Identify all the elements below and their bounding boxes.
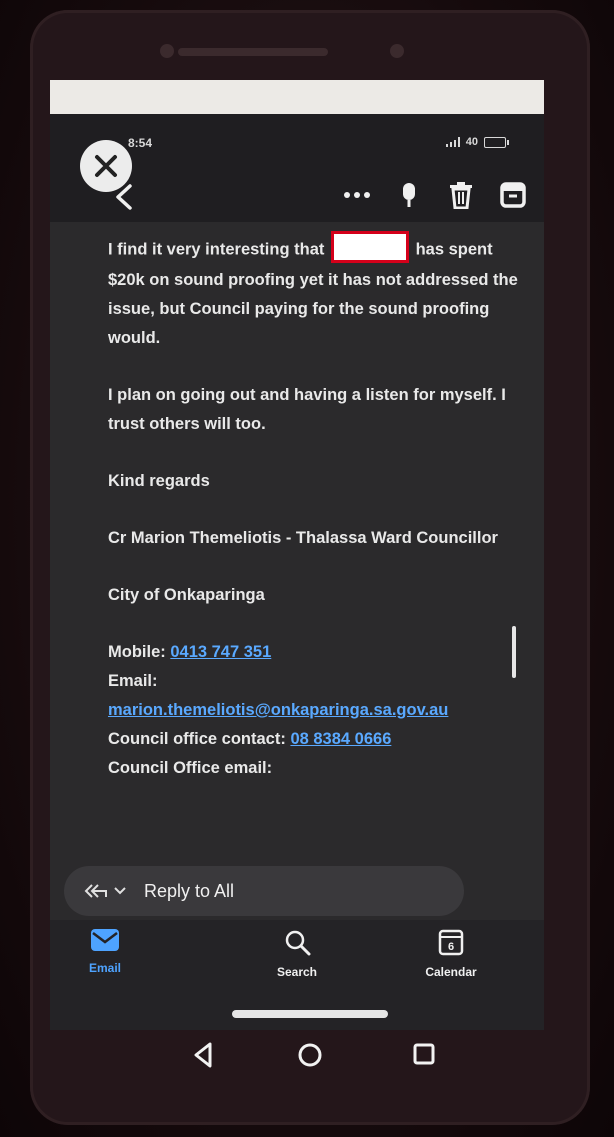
council-contact-link[interactable]: 08 8384 0666 [290,730,391,748]
close-icon [95,155,117,177]
trash-icon [450,182,472,209]
screen-glare-strip [50,80,544,114]
email-paragraph-1: I find it very interesting that has spen… [108,231,518,353]
nav-search-tab[interactable]: Search [252,928,342,979]
microphone-icon [403,183,415,207]
email-closing: Kind regards [108,472,210,490]
archive-button[interactable] [496,178,530,212]
redaction-box [330,231,409,263]
status-indicators: 40 [445,136,509,148]
close-overlay-button[interactable] [80,140,132,192]
signature-name: Cr Marion Themeliotis - Thalassa Ward Co… [108,529,498,547]
phone-sensor [160,44,174,58]
council-email-label: Council Office email: [108,759,273,777]
phone-screen: 8:54 40 I find it very interesting that … [50,114,544,1030]
signal-icon [445,137,460,147]
phone-camera [390,44,404,58]
signature-organization: City of Onkaparinga [108,586,265,604]
paragraph-1-start: I find it very interesting that [108,240,325,259]
phone-speaker [178,48,328,56]
email-address-line: marion.themeliotis@onkaparinga.sa.gov.au [108,696,518,725]
system-navigation-bar [50,1030,544,1080]
home-indicator[interactable] [232,1010,388,1018]
nav-email-tab[interactable]: Email [60,928,150,975]
nav-search-label: Search [276,965,318,979]
email-icon [91,929,119,951]
mobile-label: Mobile: [108,643,166,661]
home-nav-button[interactable] [298,1043,322,1067]
triangle-back-icon [194,1042,212,1068]
back-nav-button[interactable] [194,1042,212,1068]
council-contact-line: Council office contact: 08 8384 0666 [108,725,518,754]
mobile-link[interactable]: 0413 747 351 [170,643,271,661]
calendar-icon: 6 [438,929,464,956]
email-address-link[interactable]: marion.themeliotis@onkaparinga.sa.gov.au [108,701,448,719]
recents-nav-button[interactable] [413,1043,435,1065]
nav-email-label: Email [88,961,121,975]
more-options-button[interactable] [340,178,374,212]
reply-all-label: Reply to All [144,880,235,901]
nav-calendar-label: Calendar [425,965,477,979]
circle-home-icon [298,1043,322,1067]
mobile-line: Mobile: 0413 747 351 [108,638,518,667]
scrollbar[interactable] [512,626,516,678]
calendar-badge: 6 [448,941,454,953]
search-icon [285,930,311,956]
email-label: Email: [108,672,158,690]
signature-contacts: Mobile: 0413 747 351 Email: marion.theme… [108,638,518,783]
play-audio-button[interactable] [392,178,426,212]
council-contact-label: Council office contact: [108,730,286,748]
chevron-down-icon [114,887,126,895]
status-text: 40 [465,136,478,148]
delete-button[interactable] [444,178,478,212]
reply-all-button[interactable]: Reply to All [64,866,464,916]
status-time: 8:54 [128,136,153,150]
email-body: I find it very interesting that has spen… [108,231,518,783]
email-paragraph-2: I plan on going out and having a listen … [108,386,506,433]
reply-all-icon [84,884,107,898]
toolbar-actions [340,178,530,212]
square-recents-icon [413,1043,435,1065]
reply-options[interactable] [84,882,126,900]
nav-calendar-tab[interactable]: 6 Calendar [406,928,496,979]
battery-icon [484,136,509,148]
more-dots-icon [344,192,370,198]
archive-icon [500,182,526,208]
